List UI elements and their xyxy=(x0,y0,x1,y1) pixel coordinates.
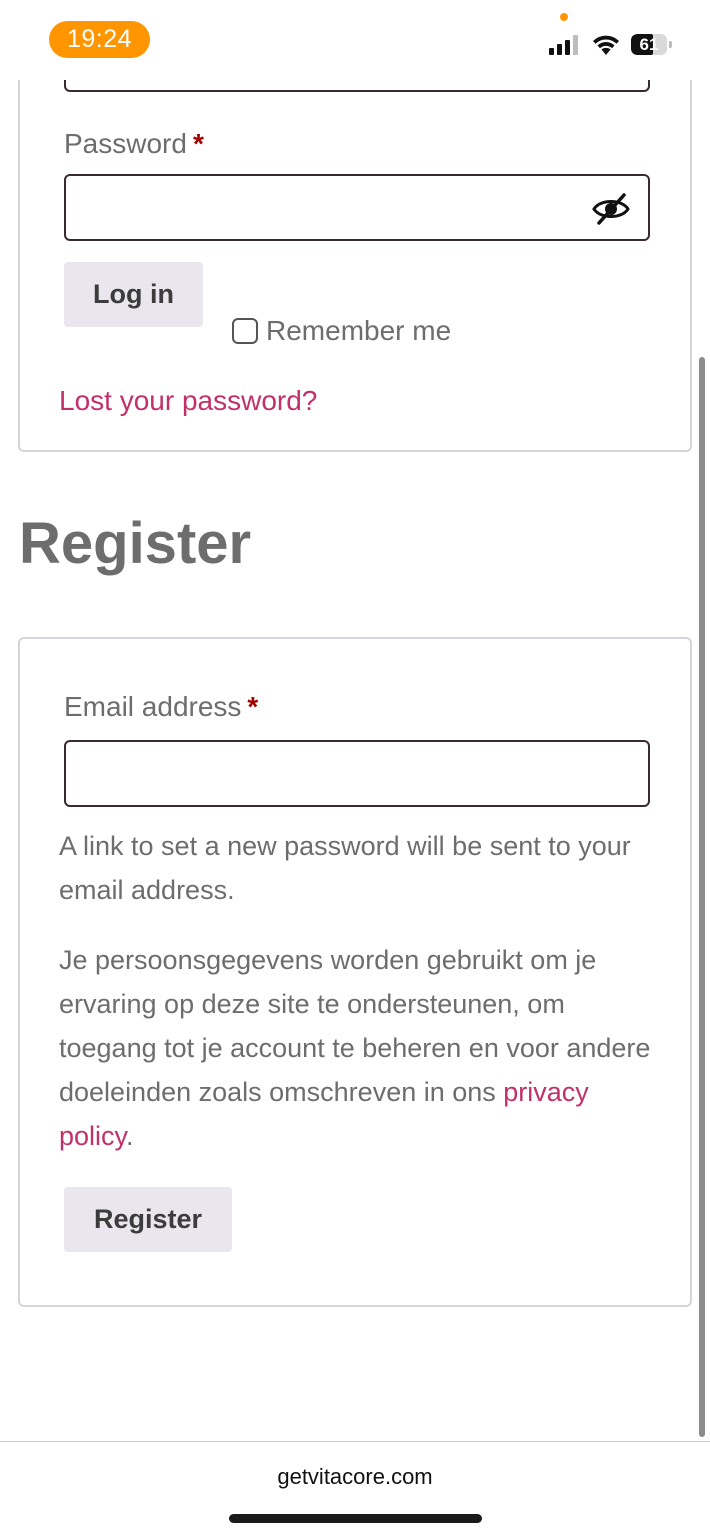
status-time: 19:24 xyxy=(49,21,150,58)
remember-me-checkbox[interactable] xyxy=(232,318,258,344)
password-label: Password * xyxy=(64,128,204,160)
password-input[interactable] xyxy=(64,174,650,241)
password-link-info: A link to set a new password will be sen… xyxy=(59,831,631,905)
cellular-signal-icon xyxy=(549,35,578,55)
home-indicator[interactable] xyxy=(229,1514,482,1523)
privacy-period: . xyxy=(126,1121,134,1151)
lost-password-link[interactable]: Lost your password? xyxy=(59,385,317,417)
register-button[interactable]: Register xyxy=(64,1187,232,1252)
page-content: Password * Log in Remember me Lost your p… xyxy=(0,0,710,1440)
login-form-card: Password * Log in Remember me Lost your p… xyxy=(18,40,692,452)
remember-me[interactable]: Remember me xyxy=(232,313,451,349)
email-label-text: Email address xyxy=(64,691,242,722)
battery-icon: 61 xyxy=(631,34,672,55)
address-bar-url[interactable]: getvitacore.com xyxy=(0,1464,710,1490)
eye-slash-icon[interactable] xyxy=(592,192,630,226)
email-input[interactable] xyxy=(64,740,650,807)
register-form-card: Email address * A link to set a new passw… xyxy=(18,637,692,1307)
privacy-notice: Je persoonsgegevens worden gebruikt om j… xyxy=(59,938,659,1158)
required-marker: * xyxy=(247,691,259,722)
required-marker: * xyxy=(192,128,204,159)
wifi-icon xyxy=(593,35,619,55)
browser-bottom-bar: getvitacore.com xyxy=(0,1441,710,1537)
scrollbar[interactable] xyxy=(699,357,705,1437)
login-button[interactable]: Log in xyxy=(64,262,203,327)
password-label-text: Password xyxy=(64,128,187,159)
battery-level: 61 xyxy=(639,35,659,54)
register-heading: Register xyxy=(19,511,252,576)
remember-me-label: Remember me xyxy=(266,315,452,346)
status-bar: 19:24 61 xyxy=(0,0,710,80)
username-input[interactable] xyxy=(64,80,650,92)
email-label: Email address * xyxy=(64,691,258,723)
privacy-indicator-dot xyxy=(560,13,568,21)
